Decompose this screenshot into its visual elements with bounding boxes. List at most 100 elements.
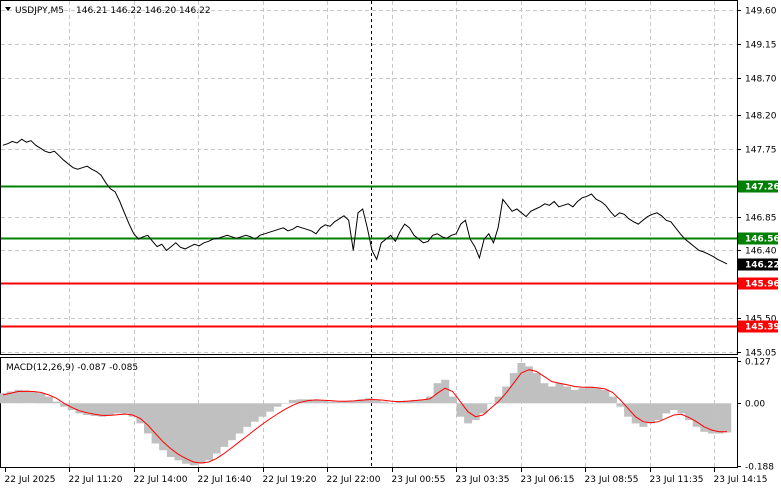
macd-bar bbox=[319, 400, 328, 404]
time-tick-label: 23 Jul 08:55 bbox=[585, 475, 639, 485]
macd-tick-label: 0.127 bbox=[745, 358, 771, 368]
symbol-label: USDJPY,M5 bbox=[15, 6, 64, 16]
level-tag-label: 147.26 bbox=[745, 183, 780, 193]
macd-pane[interactable]: MACD(12,26,9) -0.087 -0.085 bbox=[0, 357, 738, 468]
macd-title: MACD(12,26,9) -0.087 -0.085 bbox=[6, 363, 138, 373]
time-tick-label: 22 Jul 16:40 bbox=[198, 475, 252, 485]
macd-bar bbox=[334, 401, 343, 404]
macd-bar bbox=[372, 399, 381, 404]
time-tick-label: 22 Jul 2025 bbox=[5, 475, 56, 485]
macd-bar bbox=[426, 396, 434, 404]
time-tick-label: 22 Jul 22:00 bbox=[327, 475, 381, 485]
macd-bar bbox=[159, 403, 168, 451]
macd-bar bbox=[258, 403, 267, 417]
macd-bar bbox=[570, 389, 579, 404]
time-tick-label: 23 Jul 11:35 bbox=[650, 475, 704, 485]
macd-bar bbox=[532, 373, 541, 404]
macd-bar bbox=[715, 403, 724, 434]
macd-bar bbox=[517, 363, 526, 404]
time-tick-label: 22 Jul 19:20 bbox=[263, 475, 317, 485]
level-tag-label: 145.96 bbox=[745, 280, 780, 290]
price-tick-label: 148.70 bbox=[745, 75, 777, 85]
macd-bar bbox=[471, 403, 480, 421]
macd-bar bbox=[265, 403, 274, 412]
macd-bar bbox=[197, 403, 206, 464]
macd-bar bbox=[669, 403, 678, 410]
macd-bar bbox=[441, 379, 450, 404]
macd-bar bbox=[281, 403, 290, 404]
macd-bar bbox=[593, 388, 602, 404]
price-tick-label: 146.40 bbox=[745, 247, 777, 257]
macd-bar bbox=[113, 403, 122, 414]
time-tick-label: 23 Jul 00:55 bbox=[392, 475, 446, 485]
macd-bar bbox=[212, 403, 221, 454]
macd-bar bbox=[654, 403, 663, 421]
macd-bar bbox=[525, 366, 533, 404]
price-grid bbox=[1, 10, 737, 353]
macd-bar bbox=[105, 403, 114, 415]
macd-bar bbox=[563, 386, 572, 404]
macd-bar bbox=[601, 389, 610, 404]
time-tick-label: 23 Jul 03:35 bbox=[456, 475, 510, 485]
macd-bar bbox=[723, 403, 732, 433]
macd-bar bbox=[555, 383, 564, 404]
macd-bar bbox=[37, 393, 46, 404]
macd-histogram bbox=[0, 363, 732, 466]
macd-bar bbox=[509, 373, 518, 404]
macd-bar bbox=[288, 399, 297, 404]
macd-bar bbox=[486, 403, 495, 404]
price-tick-label: 149.15 bbox=[745, 41, 777, 51]
macd-tick-label: 0.00 bbox=[745, 400, 765, 410]
price-pane[interactable]: USDJPY,M5 146.21 146.22 146.20 146.22 bbox=[0, 0, 738, 469]
ohlc-values: 146.21 146.22 146.20 146.22 bbox=[76, 6, 211, 16]
macd-tick-label: -0.188 bbox=[745, 463, 774, 473]
macd-bar bbox=[608, 396, 617, 404]
price-tick-label: 147.75 bbox=[745, 146, 777, 156]
macd-bar bbox=[662, 403, 671, 414]
macd-bar bbox=[677, 403, 686, 414]
price-series-line bbox=[2, 138, 728, 265]
macd-bar bbox=[647, 403, 655, 424]
macd-bar bbox=[547, 386, 556, 404]
level-tag-label: 146.56 bbox=[745, 235, 780, 245]
macd-bar bbox=[243, 403, 252, 427]
macd-bar bbox=[387, 403, 396, 404]
macd-bar bbox=[121, 403, 130, 414]
time-axis: 22 Jul 2025 22 Jul 11:20 22 Jul 14:00 22 Ju… bbox=[5, 468, 768, 485]
macd-axis: 0.127 0.00 -0.188 bbox=[737, 358, 774, 473]
current-price-label: 146.22 bbox=[745, 261, 780, 271]
macd-bar bbox=[182, 403, 191, 464]
macd-bar bbox=[326, 401, 335, 404]
trading-chart[interactable]: USDJPY,M5 146.21 146.22 146.20 146.22 14… bbox=[0, 0, 781, 489]
level-tag-label: 145.39 bbox=[745, 323, 780, 333]
time-tick-label: 23 Jul 14:15 bbox=[714, 475, 768, 485]
macd-bar bbox=[189, 403, 198, 466]
macd-bar bbox=[578, 388, 587, 404]
macd-bar bbox=[639, 403, 648, 427]
macd-bar bbox=[380, 401, 389, 404]
price-tick-label: 148.20 bbox=[745, 112, 777, 122]
time-tick-label: 22 Jul 11:20 bbox=[69, 475, 123, 485]
macd-bar bbox=[448, 396, 457, 404]
macd-signal-line bbox=[2, 369, 727, 464]
chart-header: USDJPY,M5 146.21 146.22 146.20 146.22 bbox=[5, 6, 211, 16]
macd-bar bbox=[205, 403, 213, 461]
time-tick-label: 23 Jul 06:15 bbox=[521, 475, 575, 485]
macd-bar bbox=[586, 386, 594, 404]
macd-bar bbox=[52, 401, 61, 404]
macd-bar bbox=[29, 391, 38, 404]
macd-bar bbox=[250, 403, 259, 422]
macd-bar bbox=[44, 396, 53, 404]
macd-bar bbox=[227, 403, 236, 441]
price-tick-label: 146.85 bbox=[745, 214, 777, 224]
macd-bar bbox=[235, 403, 244, 434]
time-tick-label: 22 Jul 14:00 bbox=[134, 475, 188, 485]
price-tick-label: 149.60 bbox=[745, 7, 777, 17]
macd-bar bbox=[540, 383, 549, 404]
macd-bar bbox=[700, 403, 709, 432]
macd-bar bbox=[273, 403, 282, 407]
macd-bar bbox=[22, 390, 31, 404]
level-price-tags: 147.26 146.56 145.96 145.39 146.22 bbox=[738, 180, 780, 333]
level-lines[interactable] bbox=[1, 185, 737, 328]
macd-bar bbox=[220, 403, 229, 447]
